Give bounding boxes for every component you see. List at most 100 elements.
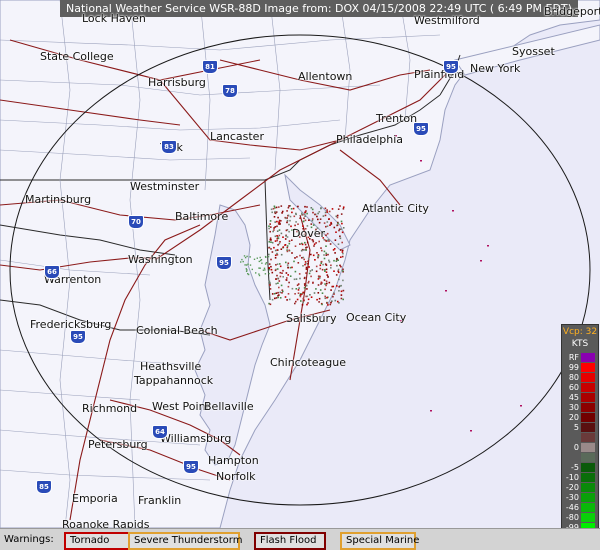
radar-echo [337,259,339,261]
warning-severe-thunderstorm[interactable]: Severe Thunderstorm [128,532,242,550]
radar-echo [306,303,308,306]
radar-echo [286,221,288,224]
radar-echo [306,288,308,290]
radar-echo [259,267,261,269]
radar-echo [304,276,306,279]
radar-echo [304,243,307,246]
radar-echo [302,291,305,294]
radar-echo [280,253,283,256]
radar-echo [264,269,266,271]
city-label: Emporia [72,492,118,505]
radar-echo [297,223,299,225]
radar-echo [342,252,344,255]
city-label: State College [40,50,114,63]
radar-echo [240,261,242,263]
radar-echo [288,223,290,226]
radar-echo [324,297,327,300]
radar-echo [314,259,316,261]
legend-swatch [581,443,595,452]
radar-echo [330,301,332,304]
radar-echo [274,249,277,252]
radar-echo [309,270,312,272]
radar-echo [249,264,252,266]
radar-echo [269,237,272,239]
radar-echo [293,260,295,263]
radar-echo [288,281,290,284]
radar-echo [339,235,341,238]
warnings-bar: Warnings: Tornado Severe Thunderstorm Flas… [0,528,600,550]
radar-echo [282,290,284,293]
radar-echo [286,250,289,253]
city-label: Baltimore [175,210,229,223]
radar-echo [279,265,282,268]
radar-echo [306,206,308,208]
radar-echo [330,289,332,291]
radar-echo [308,219,310,221]
radar-echo [277,216,279,219]
warning-special-marine[interactable]: Special Marine [340,532,419,550]
radar-echo [306,241,309,244]
radar-echo [307,257,310,260]
radar-echo [324,288,326,291]
radar-echo [288,205,290,207]
interstate-shield-icon: 95 [183,460,199,474]
radar-echo [285,217,287,220]
radar-echo [310,253,312,256]
interstate-shield-icon: 70 [128,215,144,229]
radar-echo [287,285,290,288]
radar-echo [305,272,307,274]
radar-echo [333,226,336,229]
radar-echo [244,264,246,266]
radar-echo [304,263,306,266]
radar-echo [318,240,320,243]
radar-echo [286,245,289,247]
radar-echo [291,252,293,254]
radar-echo [303,299,305,302]
radar-echo [276,230,279,232]
radar-echo [247,263,249,265]
radar-echo [318,297,321,300]
warning-flash-flood[interactable]: Flash Flood [254,532,326,550]
radar-echo [285,229,288,232]
radar-echo [302,301,304,304]
radar-echo [323,279,326,281]
radar-echo [430,410,432,412]
radar-echo [263,267,266,269]
radar-echo [304,261,307,263]
radar-echo [452,210,454,212]
radar-echo [300,293,302,296]
radar-echo [276,225,278,228]
radar-echo [325,284,327,287]
radar-echo [325,271,328,273]
radar-echo [325,252,327,255]
interstate-shield-icon: 95 [443,60,459,74]
radar-echo [273,227,275,229]
radar-echo [305,268,308,270]
radar-echo [274,210,276,213]
radar-echo [325,254,328,256]
city-label: Richmond [82,402,138,415]
radar-echo [330,264,332,267]
radar-echo [336,224,339,226]
radar-echo [245,270,248,272]
radar-echo [342,227,345,229]
radar-echo [312,240,315,243]
radar-echo [278,286,280,289]
radar-echo [315,270,318,273]
radar-echo [315,242,317,244]
radar-echo [269,230,271,233]
radar-echo [324,211,327,214]
radar-echo [270,208,273,211]
radar-echo [264,255,267,258]
radar-echo [295,278,298,280]
radar-echo [313,245,315,247]
radar-echo [246,269,248,271]
radar-echo [304,219,307,222]
radar-echo [332,285,335,288]
radar-echo [337,208,340,210]
radar-echo [278,234,281,237]
radar-echo [317,218,319,221]
radar-echo [337,243,340,245]
radar-echo [268,227,270,230]
radar-echo [307,263,309,265]
